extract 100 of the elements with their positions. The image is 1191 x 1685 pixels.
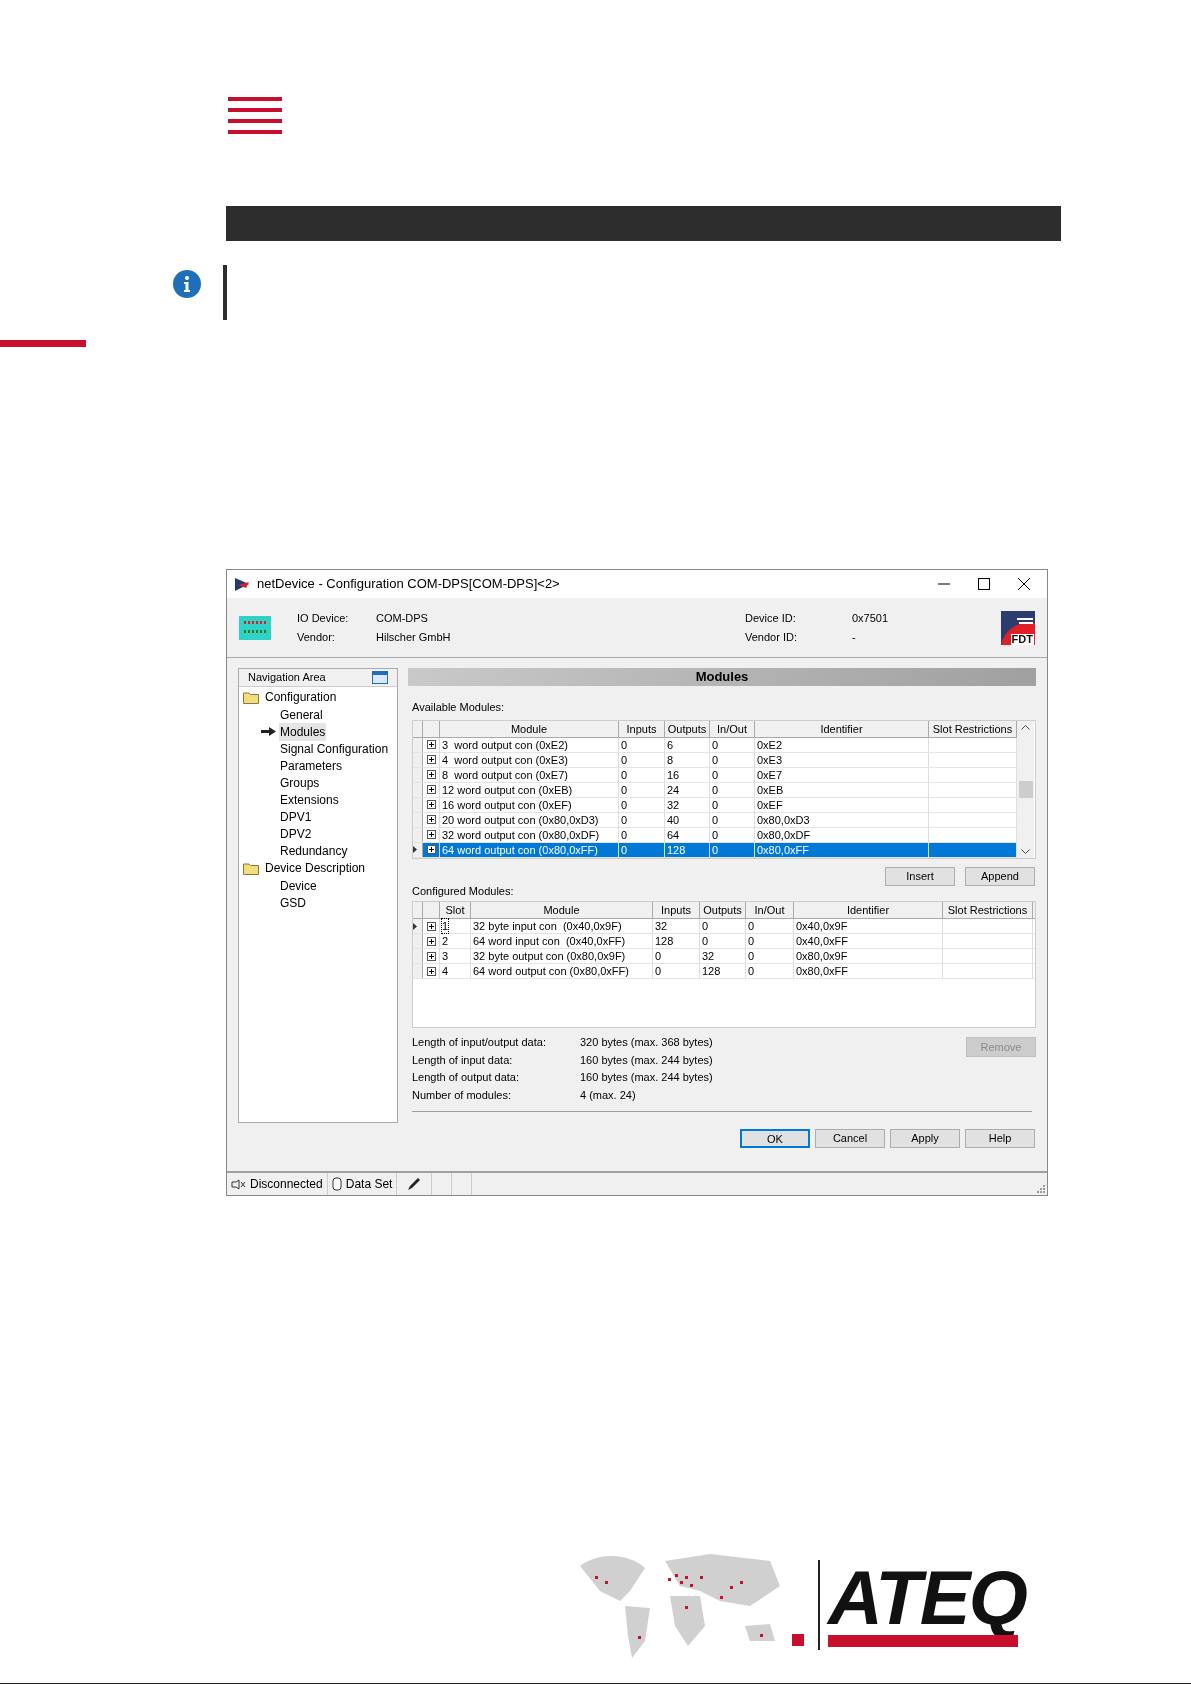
- column-header[interactable]: Inputs: [619, 720, 665, 737]
- dialog-button[interactable]: Cancel: [815, 1129, 885, 1148]
- row-header[interactable]: [413, 842, 423, 857]
- window-icon[interactable]: [372, 671, 388, 684]
- table-cell: 20 word output con (0x80,0xD3): [442, 812, 599, 827]
- column-header[interactable]: Slot Restrictions: [943, 902, 1033, 918]
- column-header[interactable]: Inputs: [653, 902, 700, 918]
- expand-icon[interactable]: [426, 966, 436, 976]
- column-header[interactable]: Identifier: [794, 902, 943, 918]
- tree-item[interactable]: Groups: [279, 773, 321, 792]
- column-header[interactable]: Outputs: [700, 902, 746, 918]
- table-cell: 12 word output con (0xEB): [442, 782, 573, 797]
- expand-icon[interactable]: [426, 740, 436, 749]
- table-cell: 0: [655, 964, 662, 978]
- tree-item[interactable]: Configuration: [264, 688, 338, 706]
- expand-icon[interactable]: [426, 755, 436, 764]
- expand-icon[interactable]: [426, 785, 436, 794]
- expand-icon[interactable]: [426, 845, 436, 854]
- summary-value: 4 (max. 24): [580, 1087, 637, 1103]
- table-cell: 64 word output con (0x80,0xFF): [473, 964, 629, 978]
- table-cell: 0xE7: [757, 767, 783, 782]
- brand-square: [792, 1634, 804, 1646]
- list-button[interactable]: Append: [965, 866, 1035, 886]
- tree-item[interactable]: DPV1: [279, 807, 313, 826]
- tree-item[interactable]: Redundancy: [279, 841, 349, 860]
- tree-item[interactable]: GSD: [279, 893, 307, 912]
- status-text: Disconnected: [250, 1176, 323, 1193]
- list-button[interactable]: Insert: [885, 866, 955, 886]
- tree-item[interactable]: Signal Configuration: [279, 739, 390, 758]
- table-cell: 0: [621, 737, 628, 752]
- dialog-button[interactable]: Help: [965, 1129, 1035, 1148]
- close-icon[interactable]: [1018, 578, 1030, 590]
- table-cell: 64: [667, 827, 680, 842]
- table-cell: 0x80,0xFF: [757, 842, 809, 857]
- table-cell: 0: [712, 767, 719, 782]
- expand-icon[interactable]: [426, 951, 436, 961]
- expand-icon[interactable]: [426, 770, 436, 779]
- expand-icon[interactable]: [426, 936, 436, 946]
- row-header[interactable]: [413, 919, 423, 933]
- expand-icon[interactable]: [426, 815, 436, 824]
- summary-label: Length of input data:: [412, 1052, 514, 1068]
- scroll-up-icon[interactable]: [1021, 723, 1030, 730]
- table-cell: 32: [655, 919, 668, 933]
- tree-item[interactable]: Device Description: [264, 859, 367, 877]
- table-cell: 0: [621, 782, 628, 797]
- table-cell: 0: [621, 797, 628, 812]
- column-header[interactable]: In/Out: [710, 720, 755, 737]
- table-cell: 0: [748, 919, 755, 933]
- field-label: Vendor:: [297, 630, 336, 645]
- column-header[interactable]: Outputs: [665, 720, 710, 737]
- scrollbar[interactable]: [1017, 720, 1034, 858]
- pencil-icon: [407, 1177, 422, 1191]
- table-cell: 0: [712, 842, 719, 857]
- table-cell: 16 word output con (0xEF): [442, 797, 572, 812]
- table-cell: 0xE2: [757, 737, 783, 752]
- column-header[interactable]: Slot: [440, 902, 471, 918]
- tree-item[interactable]: General: [279, 705, 324, 724]
- table-cell: 64 word input con (0x40,0xFF): [473, 934, 626, 948]
- tree-item[interactable]: Device: [279, 876, 318, 895]
- dialog-button[interactable]: Apply: [890, 1129, 960, 1148]
- column-header[interactable]: Module: [471, 902, 653, 918]
- expand-icon[interactable]: [426, 830, 436, 839]
- field-label: Device ID:: [745, 610, 797, 626]
- table-cell: 16: [667, 767, 680, 782]
- scroll-thumb[interactable]: [1018, 780, 1033, 798]
- table-cell: 0: [712, 752, 719, 767]
- table-cell: 6: [667, 737, 674, 752]
- table-cell: 0: [655, 949, 662, 963]
- dialog-button[interactable]: OK: [740, 1129, 810, 1148]
- expand-icon[interactable]: [426, 921, 436, 931]
- table-cell: 40: [667, 812, 680, 827]
- folder-icon: [243, 690, 260, 704]
- table-cell: 0x80,0xFF: [796, 964, 848, 978]
- tree-item[interactable]: Modules: [279, 722, 327, 741]
- table-cell: 8: [667, 752, 674, 767]
- table-cell: 32 byte input con (0x40,0x9F): [473, 919, 622, 933]
- column-header[interactable]: In/Out: [746, 902, 794, 918]
- table-cell: 32: [667, 797, 680, 812]
- table-cell: 0: [748, 964, 755, 978]
- column-header[interactable]: Identifier: [755, 720, 929, 737]
- status-text: Data Set: [345, 1176, 393, 1193]
- app-icon: [234, 576, 250, 592]
- table-cell: 2: [442, 934, 449, 948]
- panel-title: Navigation Area: [248, 670, 326, 686]
- maximize-icon[interactable]: [978, 578, 990, 590]
- table-cell: 4: [442, 964, 449, 978]
- column-header[interactable]: Module: [440, 720, 619, 737]
- table-cell: 3 word output con (0xE2): [442, 737, 568, 752]
- table-cell: 0: [702, 934, 709, 948]
- panel-header: Modules: [408, 668, 1036, 686]
- info-icon: [173, 270, 201, 298]
- resize-grip-icon[interactable]: [1037, 1185, 1045, 1193]
- tree-item[interactable]: Parameters: [279, 756, 344, 775]
- section-label: Available Modules:: [412, 700, 506, 715]
- tree-item[interactable]: Extensions: [279, 790, 340, 809]
- expand-icon[interactable]: [426, 800, 436, 809]
- scroll-down-icon[interactable]: [1021, 848, 1030, 855]
- table-cell: 32: [702, 949, 715, 963]
- tree-item[interactable]: DPV2: [279, 824, 313, 843]
- menu-icon[interactable]: [228, 97, 282, 134]
